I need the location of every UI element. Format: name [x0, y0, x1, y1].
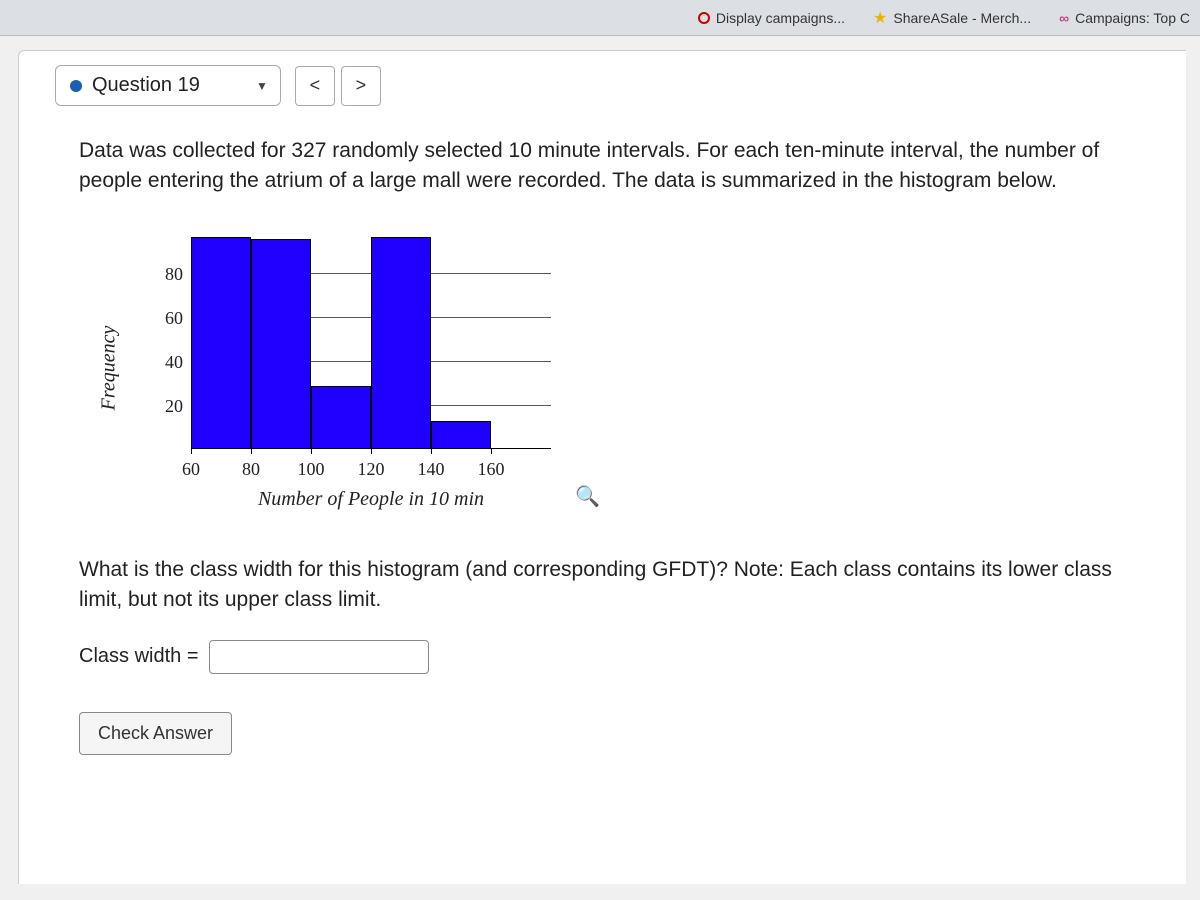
- question-header: Question 19 ▼ < >: [19, 51, 1186, 106]
- circle-icon: [698, 12, 710, 24]
- y-tick-label: 60: [165, 305, 183, 331]
- x-tick-label: 140: [418, 456, 445, 482]
- histogram-bar: [431, 421, 491, 447]
- answer-label: Class width =: [79, 642, 199, 671]
- bars-group: [191, 229, 491, 448]
- y-axis-label: Frequency: [95, 325, 124, 410]
- x-tick-label: 60: [182, 456, 200, 482]
- x-tick: [371, 448, 372, 454]
- x-tick: [431, 448, 432, 454]
- question-prompt: Data was collected for 327 randomly sele…: [79, 136, 1140, 197]
- x-tick-label: 100: [298, 456, 325, 482]
- question-followup: What is the class width for this histogr…: [79, 555, 1140, 616]
- status-dot-icon: [70, 80, 82, 92]
- y-tick-label: 80: [165, 261, 183, 287]
- magnify-icon[interactable]: 🔍: [575, 483, 600, 512]
- x-tick: [491, 448, 492, 454]
- next-question-button[interactable]: >: [341, 66, 381, 106]
- infinity-icon: ∞: [1059, 10, 1069, 26]
- question-panel: Question 19 ▼ < > Data was collected for…: [18, 50, 1186, 884]
- x-tick: [251, 448, 252, 454]
- histogram-bar: [191, 237, 251, 448]
- question-label: Question 19: [92, 74, 200, 97]
- x-tick-label: 160: [478, 456, 505, 482]
- plot-area: 204060806080100120140160: [191, 229, 551, 449]
- histogram-bar: [311, 386, 371, 448]
- bookmarks-bar: Display campaigns... ★ ShareASale - Merc…: [0, 0, 1200, 36]
- prev-question-button[interactable]: <: [295, 66, 335, 106]
- bookmark-display-campaigns[interactable]: Display campaigns...: [698, 10, 845, 26]
- bookmark-label: Display campaigns...: [716, 10, 845, 26]
- x-tick-label: 80: [242, 456, 260, 482]
- histogram-bar: [251, 239, 311, 448]
- x-axis-label: Number of People in 10 min: [191, 485, 551, 514]
- question-selector[interactable]: Question 19 ▼: [55, 65, 281, 106]
- x-tick: [311, 448, 312, 454]
- bookmark-shareasale[interactable]: ★ ShareASale - Merch...: [873, 8, 1031, 28]
- x-tick: [191, 448, 192, 454]
- question-content: Data was collected for 327 randomly sele…: [19, 106, 1186, 779]
- caret-down-icon: ▼: [256, 79, 268, 93]
- question-nav: < >: [295, 66, 381, 106]
- check-answer-button[interactable]: Check Answer: [79, 712, 232, 755]
- y-tick-label: 40: [165, 349, 183, 375]
- class-width-input[interactable]: [209, 640, 429, 674]
- bookmark-label: Campaigns: Top C: [1075, 10, 1190, 26]
- histogram-chart: Frequency 204060806080100120140160 Numbe…: [119, 223, 589, 513]
- bookmark-campaigns-top[interactable]: ∞ Campaigns: Top C: [1059, 10, 1190, 26]
- y-tick-label: 20: [165, 393, 183, 419]
- bookmark-label: ShareASale - Merch...: [893, 10, 1031, 26]
- histogram-bar: [371, 237, 431, 448]
- x-tick-label: 120: [358, 456, 385, 482]
- star-icon: ★: [873, 8, 887, 28]
- answer-row: Class width =: [79, 640, 1140, 674]
